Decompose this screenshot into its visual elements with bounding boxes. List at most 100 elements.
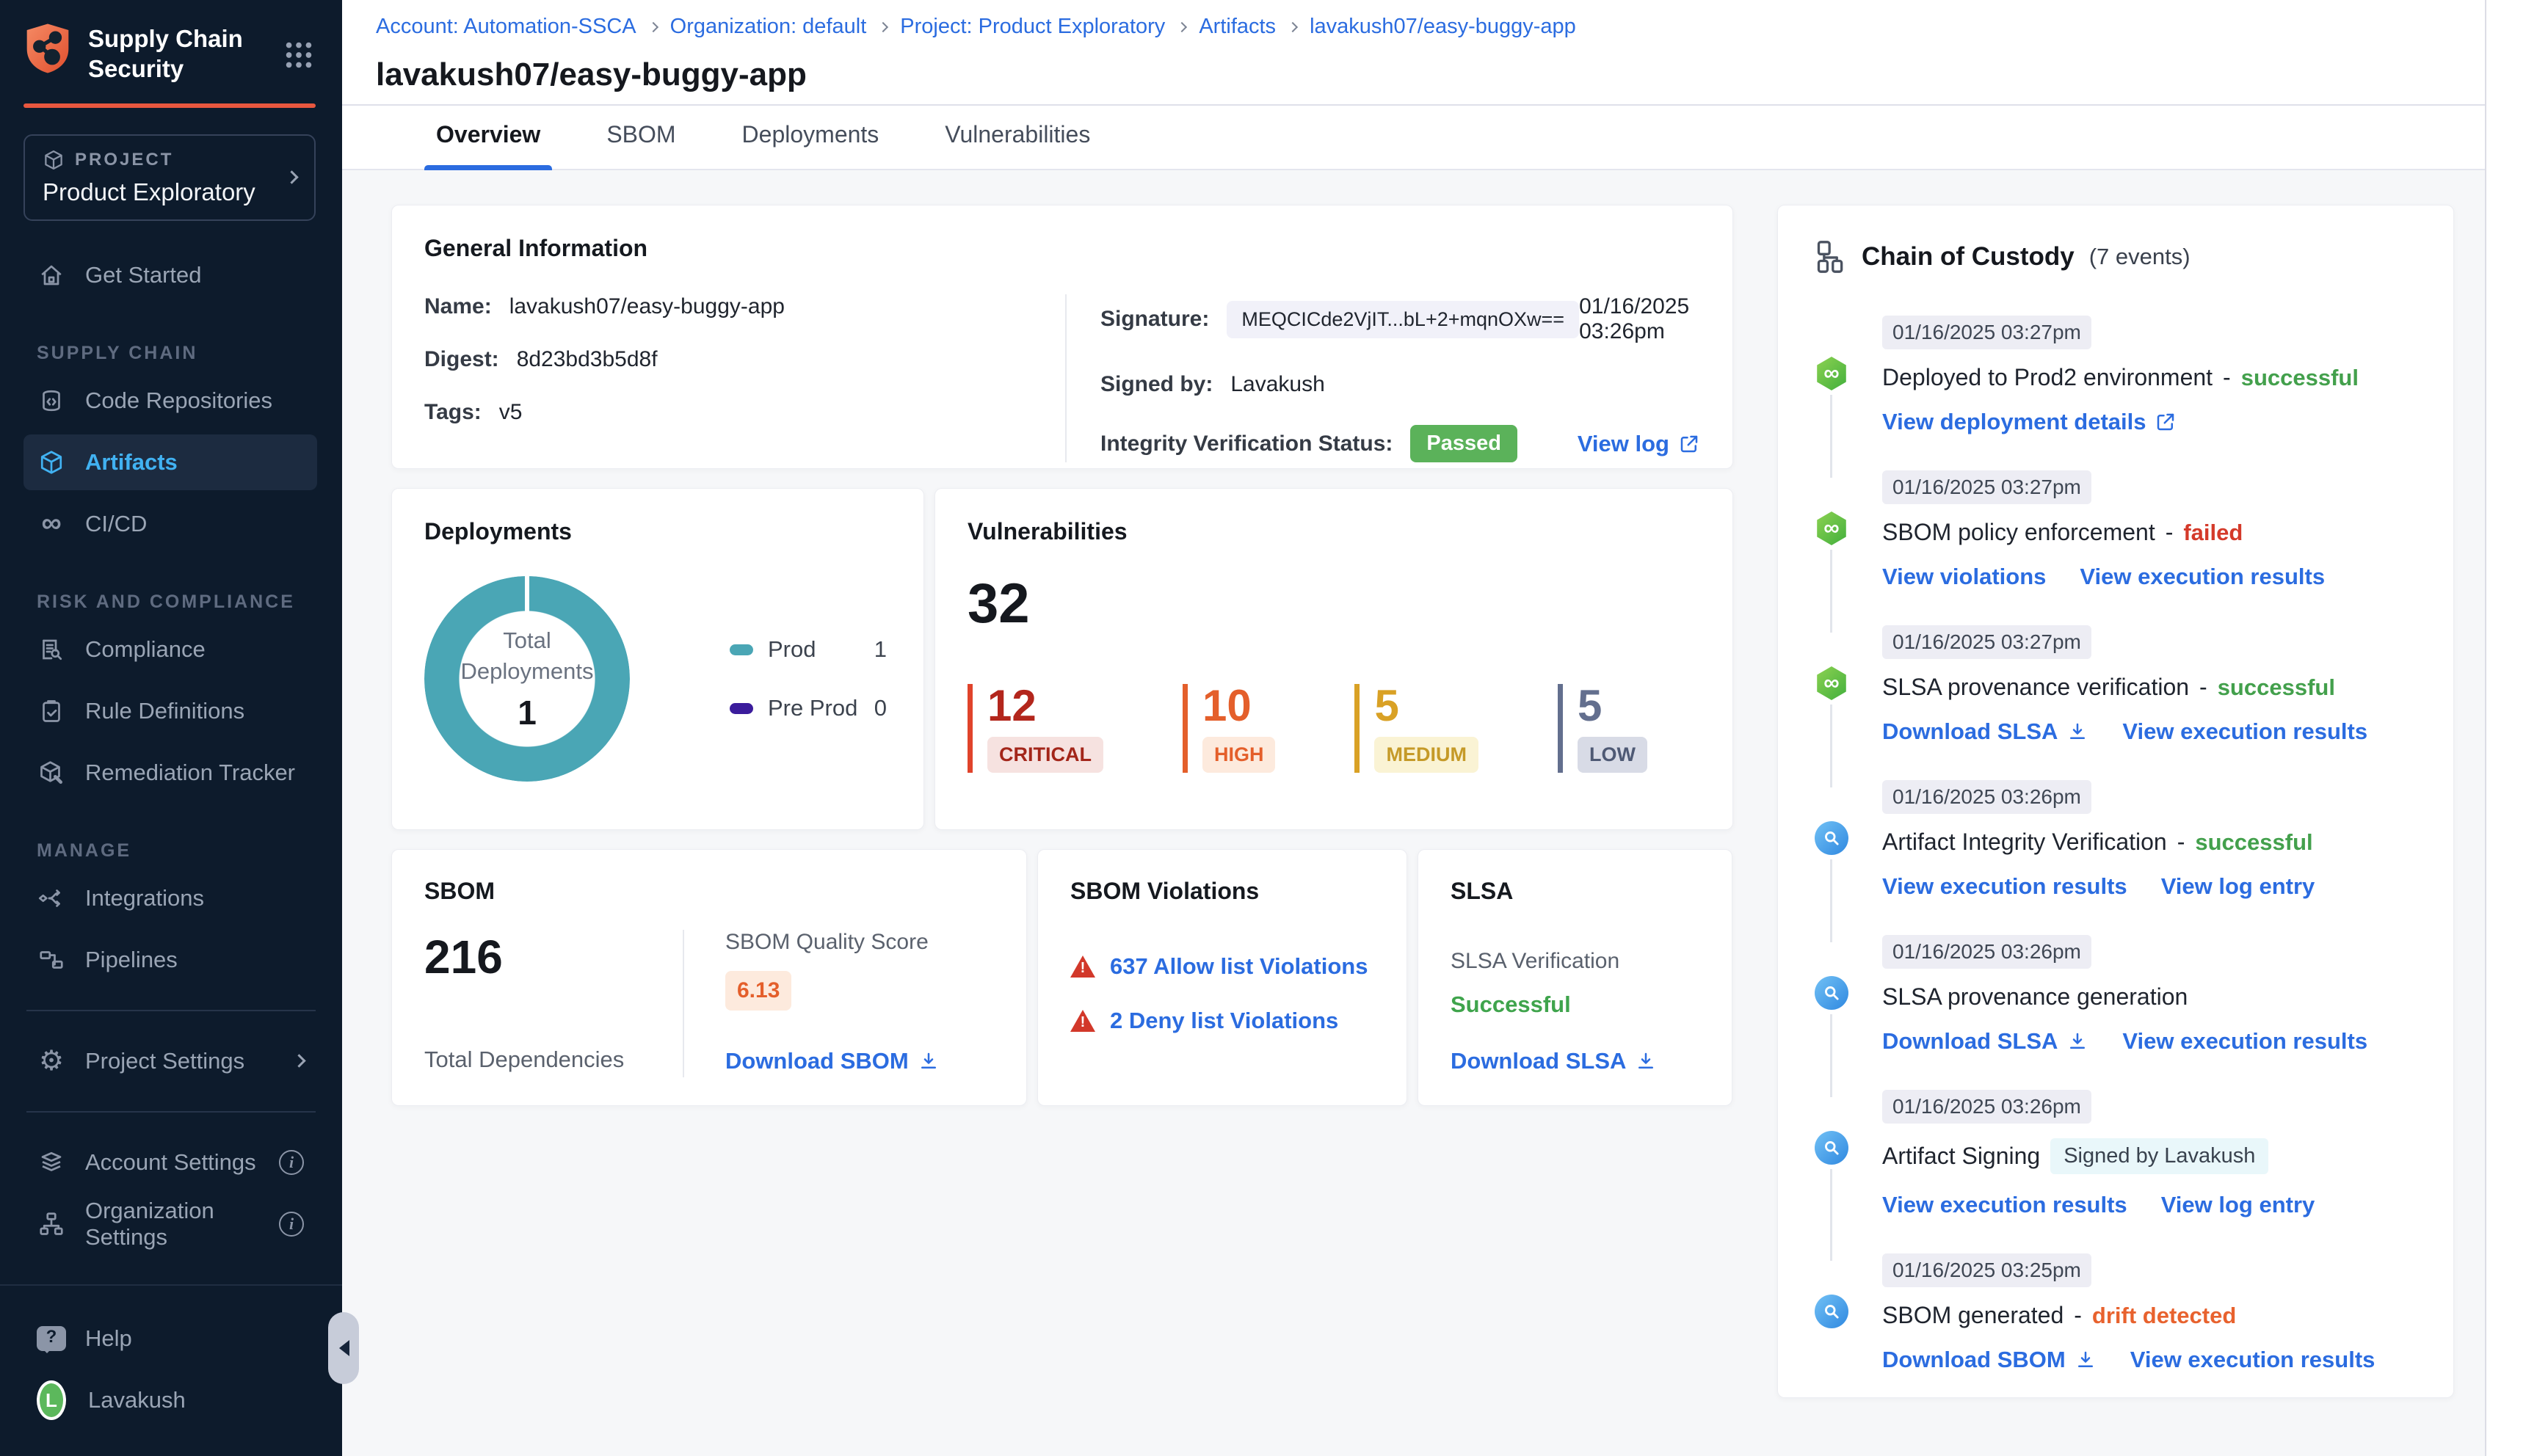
signed-by-value: Lavakush	[1230, 372, 1325, 396]
view-execution-results-link[interactable]: View execution results	[2130, 1347, 2376, 1373]
signature-value-chip[interactable]: MEQCICde2VjIT...bL+2+mqnOXw==	[1227, 300, 1580, 338]
sidebar-item-label: Remediation Tracker	[85, 759, 296, 785]
sidebar-item-cicd[interactable]: CI/CD	[23, 496, 317, 552]
sidebar-item-pipelines[interactable]: Pipelines	[23, 932, 317, 988]
low-badge: LOW	[1577, 737, 1647, 773]
general-information-grid: Name: lavakush07/easy-buggy-app Digest: …	[424, 294, 1700, 462]
view-log-link[interactable]: View log	[1578, 431, 1700, 457]
view-execution-results-link[interactable]: View execution results	[1882, 873, 2127, 900]
sidebar-item-account-settings[interactable]: Account Settings	[23, 1135, 317, 1190]
sbom-violations-card: SBOM Violations 637 Allow list Violation…	[1037, 849, 1407, 1106]
download-slsa-link[interactable]: Download SLSA	[1882, 718, 2088, 745]
sidebar-item-project-settings[interactable]: Project Settings	[23, 1033, 317, 1089]
sbom-left: 216 Total Dependencies	[424, 930, 683, 1077]
project-name: Product Exploratory	[43, 178, 255, 205]
tab-deployments[interactable]: Deployments	[730, 121, 891, 169]
tags-value: v5	[498, 400, 523, 424]
sidebar-item-label: Rule Definitions	[85, 697, 245, 724]
project-eyebrow-label: PROJECT	[75, 149, 174, 170]
code-repo-icon	[37, 386, 66, 415]
sidebar-item-rule-definitions[interactable]: Rule Definitions	[23, 683, 317, 739]
sidebar-nav: Get Started SUPPLY CHAIN Code Repositori…	[0, 241, 342, 1285]
signature-date: 01/16/2025 03:26pm	[1579, 294, 1690, 343]
tab-vulnerabilities[interactable]: Vulnerabilities	[933, 121, 1102, 169]
event-timestamp: 01/16/2025 03:27pm	[1882, 316, 2091, 349]
signature-label: Signature:	[1100, 307, 1210, 331]
signed-by-label: Signed by:	[1100, 372, 1213, 396]
sidebar-item-label: Organization Settings	[85, 1197, 214, 1250]
sidebar-item-integrations[interactable]: Integrations	[23, 870, 317, 926]
page-header: Account: Automation-SSCA Organization: d…	[342, 0, 2537, 106]
event-timestamp: 01/16/2025 03:25pm	[1882, 1253, 2091, 1287]
download-slsa-link[interactable]: Download SLSA	[1882, 1028, 2088, 1055]
breadcrumb-artifacts[interactable]: Artifacts	[1199, 15, 1276, 39]
view-log-entry-link[interactable]: View log entry	[2161, 873, 2315, 900]
view-execution-results-link[interactable]: View execution results	[2122, 1028, 2367, 1055]
tab-overview[interactable]: Overview	[424, 121, 553, 170]
sidebar-item-user[interactable]: L Lavakush	[23, 1372, 317, 1428]
grid-dots-icon[interactable]	[282, 38, 316, 72]
info-icon[interactable]	[279, 1211, 304, 1237]
sidebar-item-remediation-tracker[interactable]: Remediation Tracker	[23, 745, 317, 801]
download-slsa-link[interactable]: Download SLSA	[1451, 1048, 1699, 1077]
breadcrumb-account[interactable]: Account: Automation-SSCA	[376, 15, 636, 39]
breadcrumb-organization[interactable]: Organization: default	[670, 15, 867, 39]
breadcrumb-current[interactable]: lavakush07/easy-buggy-app	[1310, 15, 1576, 39]
pipeline-hexagon-icon	[1815, 357, 1848, 390]
tags-label: Tags:	[424, 400, 482, 424]
integrity-label: Integrity Verification Status:	[1100, 431, 1393, 456]
sidebar-item-help[interactable]: Help	[23, 1311, 317, 1366]
donut-center: Total Deployments 1	[424, 576, 630, 782]
view-execution-results-link[interactable]: View execution results	[1882, 1192, 2127, 1218]
sidebar-item-label: Integrations	[85, 884, 204, 911]
view-execution-results-link[interactable]: View execution results	[2122, 718, 2367, 745]
artifact-scan-icon	[1815, 1295, 1848, 1328]
gear-icon	[37, 1046, 66, 1076]
event-status: successful	[2217, 674, 2335, 700]
event-timestamp: 01/16/2025 03:26pm	[1882, 780, 2091, 814]
sidebar-collapse-handle[interactable]	[328, 1312, 359, 1384]
event-links: View deployment details	[1882, 409, 2417, 435]
project-selector[interactable]: PROJECT Product Exploratory	[23, 134, 316, 221]
sidebar-item-code-repositories[interactable]: Code Repositories	[23, 373, 317, 429]
sidebar-item-artifacts[interactable]: Artifacts	[23, 434, 317, 490]
general-info-right: Signature: MEQCICde2VjIT...bL+2+mqnOXw==…	[1067, 294, 1700, 462]
content: General Information Name: lavakush07/eas…	[342, 170, 2537, 1398]
warning-triangle-icon	[1070, 956, 1095, 978]
event-links: View violations View execution results	[1882, 564, 2417, 590]
event-status: drift detected	[2091, 1302, 2237, 1328]
info-icon[interactable]	[279, 1149, 304, 1175]
sidebar-item-get-started[interactable]: Get Started	[23, 247, 317, 303]
name-value: lavakush07/easy-buggy-app	[509, 294, 785, 318]
warning-triangle-icon	[1070, 1010, 1095, 1032]
tab-sbom[interactable]: SBOM	[595, 121, 687, 169]
view-log-entry-link[interactable]: View log entry	[2161, 1192, 2315, 1218]
download-sbom-link[interactable]: Download SBOM	[1882, 1347, 2097, 1373]
sidebar-item-organization-settings[interactable]: Organization Settings	[23, 1196, 317, 1252]
name-row: Name: lavakush07/easy-buggy-app	[424, 294, 1065, 319]
external-link-icon	[2155, 411, 2177, 433]
app-title-line1: Supply Chain	[88, 25, 243, 52]
view-execution-results-link[interactable]: View execution results	[2080, 564, 2325, 590]
sidebar-item-compliance[interactable]: Compliance	[23, 622, 317, 677]
general-information-card: General Information Name: lavakush07/eas…	[391, 205, 1733, 469]
project-eyebrow-row: PROJECT	[43, 149, 287, 171]
right-gutter	[2485, 0, 2537, 1456]
signature-row: Signature: MEQCICde2VjIT...bL+2+mqnOXw==…	[1100, 294, 1700, 344]
view-violations-link[interactable]: View violations	[1882, 564, 2046, 590]
legend-item-prod: Prod 1	[730, 636, 887, 663]
event-timestamp: 01/16/2025 03:27pm	[1882, 470, 2091, 504]
sbom-quality-score-label: SBOM Quality Score	[725, 930, 929, 954]
breadcrumb-project[interactable]: Project: Product Exploratory	[900, 15, 1165, 39]
deny-list-violations-link[interactable]: 2 Deny list Violations	[1110, 1008, 1338, 1034]
view-deployment-details-link[interactable]: View deployment details	[1882, 409, 2177, 435]
severity-medium: 5 MEDIUM	[1354, 684, 1478, 773]
download-sbom-link[interactable]: Download SBOM	[725, 1048, 940, 1077]
total-deployments-value: 1	[518, 693, 537, 732]
allow-list-violations-link[interactable]: 637 Allow list Violations	[1110, 953, 1368, 980]
high-badge: HIGH	[1202, 737, 1276, 773]
slsa-verification-label: SLSA Verification	[1451, 949, 1620, 973]
card-title: Vulnerabilities	[968, 518, 1128, 545]
prod-swatch	[730, 644, 753, 655]
integrations-icon	[37, 884, 66, 913]
